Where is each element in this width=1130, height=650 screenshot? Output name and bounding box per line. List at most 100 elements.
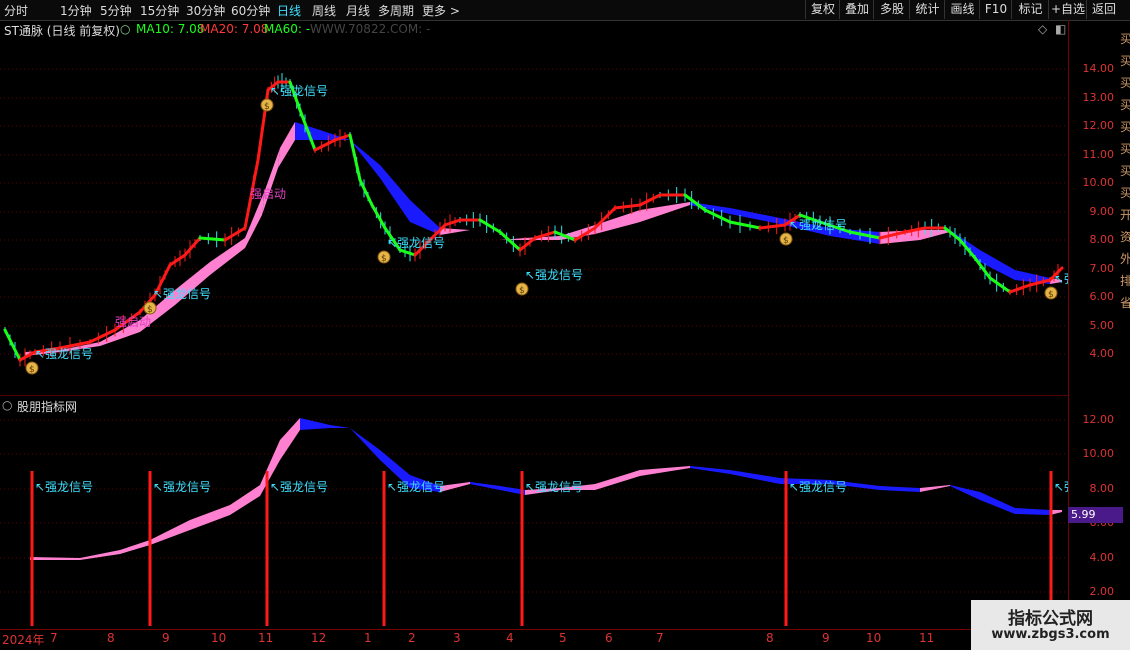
price-tick: 9.00 (1089, 205, 1115, 218)
collapse-icon[interactable]: ○ (120, 22, 130, 36)
ma-ribbon (60, 342, 100, 352)
ma-ribbon (295, 122, 320, 140)
current-value-badge: 5.99 (1068, 507, 1123, 523)
price-line (383, 226, 402, 252)
back-button[interactable]: 返回 (1086, 0, 1121, 19)
price-line (703, 208, 732, 224)
strip-char: 买 (1120, 32, 1130, 46)
window-icon[interactable]: ◧ (1055, 22, 1066, 36)
panel-separator (0, 395, 1068, 396)
money-bag-icon: $ (147, 305, 153, 315)
sub-signal-label: ↖强龙信号 (525, 480, 583, 494)
period-fenshi[interactable]: 分时 (4, 2, 28, 19)
f10-button[interactable]: F10 (979, 0, 1012, 19)
ma-ribbon (830, 228, 880, 244)
ma-ribbon (470, 482, 500, 490)
sub-signal-label: ↖强龙信号 (789, 480, 847, 494)
ma-ribbon (830, 480, 880, 490)
diamond-icon[interactable]: ◇ (1038, 22, 1047, 36)
ma-ribbon (730, 470, 780, 484)
ma-ribbon (150, 520, 190, 545)
time-label: 8 (766, 631, 774, 645)
ma-ribbon (525, 488, 560, 495)
price-line (1048, 266, 1064, 282)
price-line (3, 328, 22, 362)
period-60min[interactable]: 60分钟 (231, 2, 270, 19)
money-bag-icon: $ (29, 365, 35, 375)
start-signal-label: 强启动 (250, 187, 286, 201)
price-tick: 5.00 (1089, 319, 1115, 332)
price-line (533, 230, 557, 240)
add-watchlist-button[interactable]: +自选 (1048, 0, 1087, 19)
ma-ribbon (560, 225, 595, 240)
price-line (1028, 278, 1052, 287)
price-line (243, 158, 260, 230)
ma-ribbon (100, 320, 140, 346)
ma-ribbon (30, 557, 80, 560)
draw-button[interactable]: 画线 (944, 0, 980, 19)
period-15min[interactable]: 15分钟 (140, 2, 179, 19)
ma-ribbon (1050, 278, 1062, 284)
price-line (428, 223, 447, 242)
price-line (18, 350, 37, 362)
main-signal-label: ↖强龙信号 (789, 218, 847, 232)
price-line (638, 193, 662, 207)
fuquan-button[interactable]: 复权 (805, 0, 840, 19)
ma-ribbon (120, 540, 150, 554)
price-tick: 11.00 (1082, 148, 1115, 161)
multi-stock-button[interactable]: 多股 (873, 0, 910, 19)
time-label: 3 (453, 631, 461, 645)
price-tick: 6.00 (1089, 290, 1115, 303)
period-multi[interactable]: 多周期 (378, 2, 414, 19)
mark-button[interactable]: 标记 (1011, 0, 1049, 19)
ma10-label: MA10: 7.08 (136, 22, 205, 36)
sub-collapse-icon[interactable]: ○ (2, 398, 12, 412)
ma-ribbon (690, 202, 730, 214)
price-line (288, 80, 302, 112)
price-line (198, 236, 227, 242)
price-tick: 13.00 (1082, 91, 1115, 104)
time-label: 6 (605, 631, 613, 645)
ma-ribbon (350, 140, 380, 178)
time-label: 10 (866, 631, 882, 645)
signal-bar (382, 471, 386, 626)
price-line (298, 108, 317, 152)
period-month[interactable]: 月线 (346, 2, 370, 19)
money-bag-icon (25, 361, 39, 375)
sub-tick: 12.00 (1082, 413, 1115, 426)
sub-tick: 10.00 (1082, 447, 1115, 460)
sub-signal-label: ↖强龙信号 (35, 480, 93, 494)
signal-bar (265, 471, 269, 626)
signal-bar (30, 471, 34, 626)
ma-ribbon (410, 200, 440, 235)
period-week[interactable]: 周线 (312, 2, 336, 19)
period-1min[interactable]: 1分钟 (60, 2, 92, 19)
period-5min[interactable]: 5分钟 (100, 2, 132, 19)
price-line (498, 230, 522, 252)
stats-button[interactable]: 统计 (909, 0, 945, 19)
axis-separator (0, 629, 1068, 630)
ma-ribbon (595, 470, 640, 490)
ma-ribbon (280, 418, 300, 460)
price-tick: 14.00 (1082, 62, 1115, 75)
ma-ribbon (80, 550, 120, 560)
sub-signal-label: ↖强 (1054, 480, 1068, 494)
strip-char: 买 (1120, 186, 1130, 200)
strip-char: 买 (1120, 164, 1130, 178)
time-label: 9 (822, 631, 830, 645)
ma-ribbon (470, 230, 500, 240)
ma-ribbon (950, 485, 980, 500)
sub-tick: 2.00 (1089, 585, 1115, 598)
price-line (413, 238, 432, 257)
main-signal-label: ↖强龙信号 (35, 347, 93, 361)
period-day[interactable]: 日线 (277, 2, 301, 19)
overlay-button[interactable]: 叠加 (839, 0, 874, 19)
price-line (266, 80, 280, 92)
time-label: 7 (50, 631, 58, 645)
strip-char: 买 (1120, 120, 1130, 134)
price-line (683, 193, 707, 212)
period-30min[interactable]: 30分钟 (186, 2, 225, 19)
kline-chart[interactable]: ↖强龙信号↖强龙信号↖强龙信号↖强龙信号↖强龙信号↖强龙信号↖强↖强龙信号$↖强… (0, 0, 1068, 650)
period-more[interactable]: 更多 > (422, 2, 460, 19)
time-label: 1 (364, 631, 372, 645)
